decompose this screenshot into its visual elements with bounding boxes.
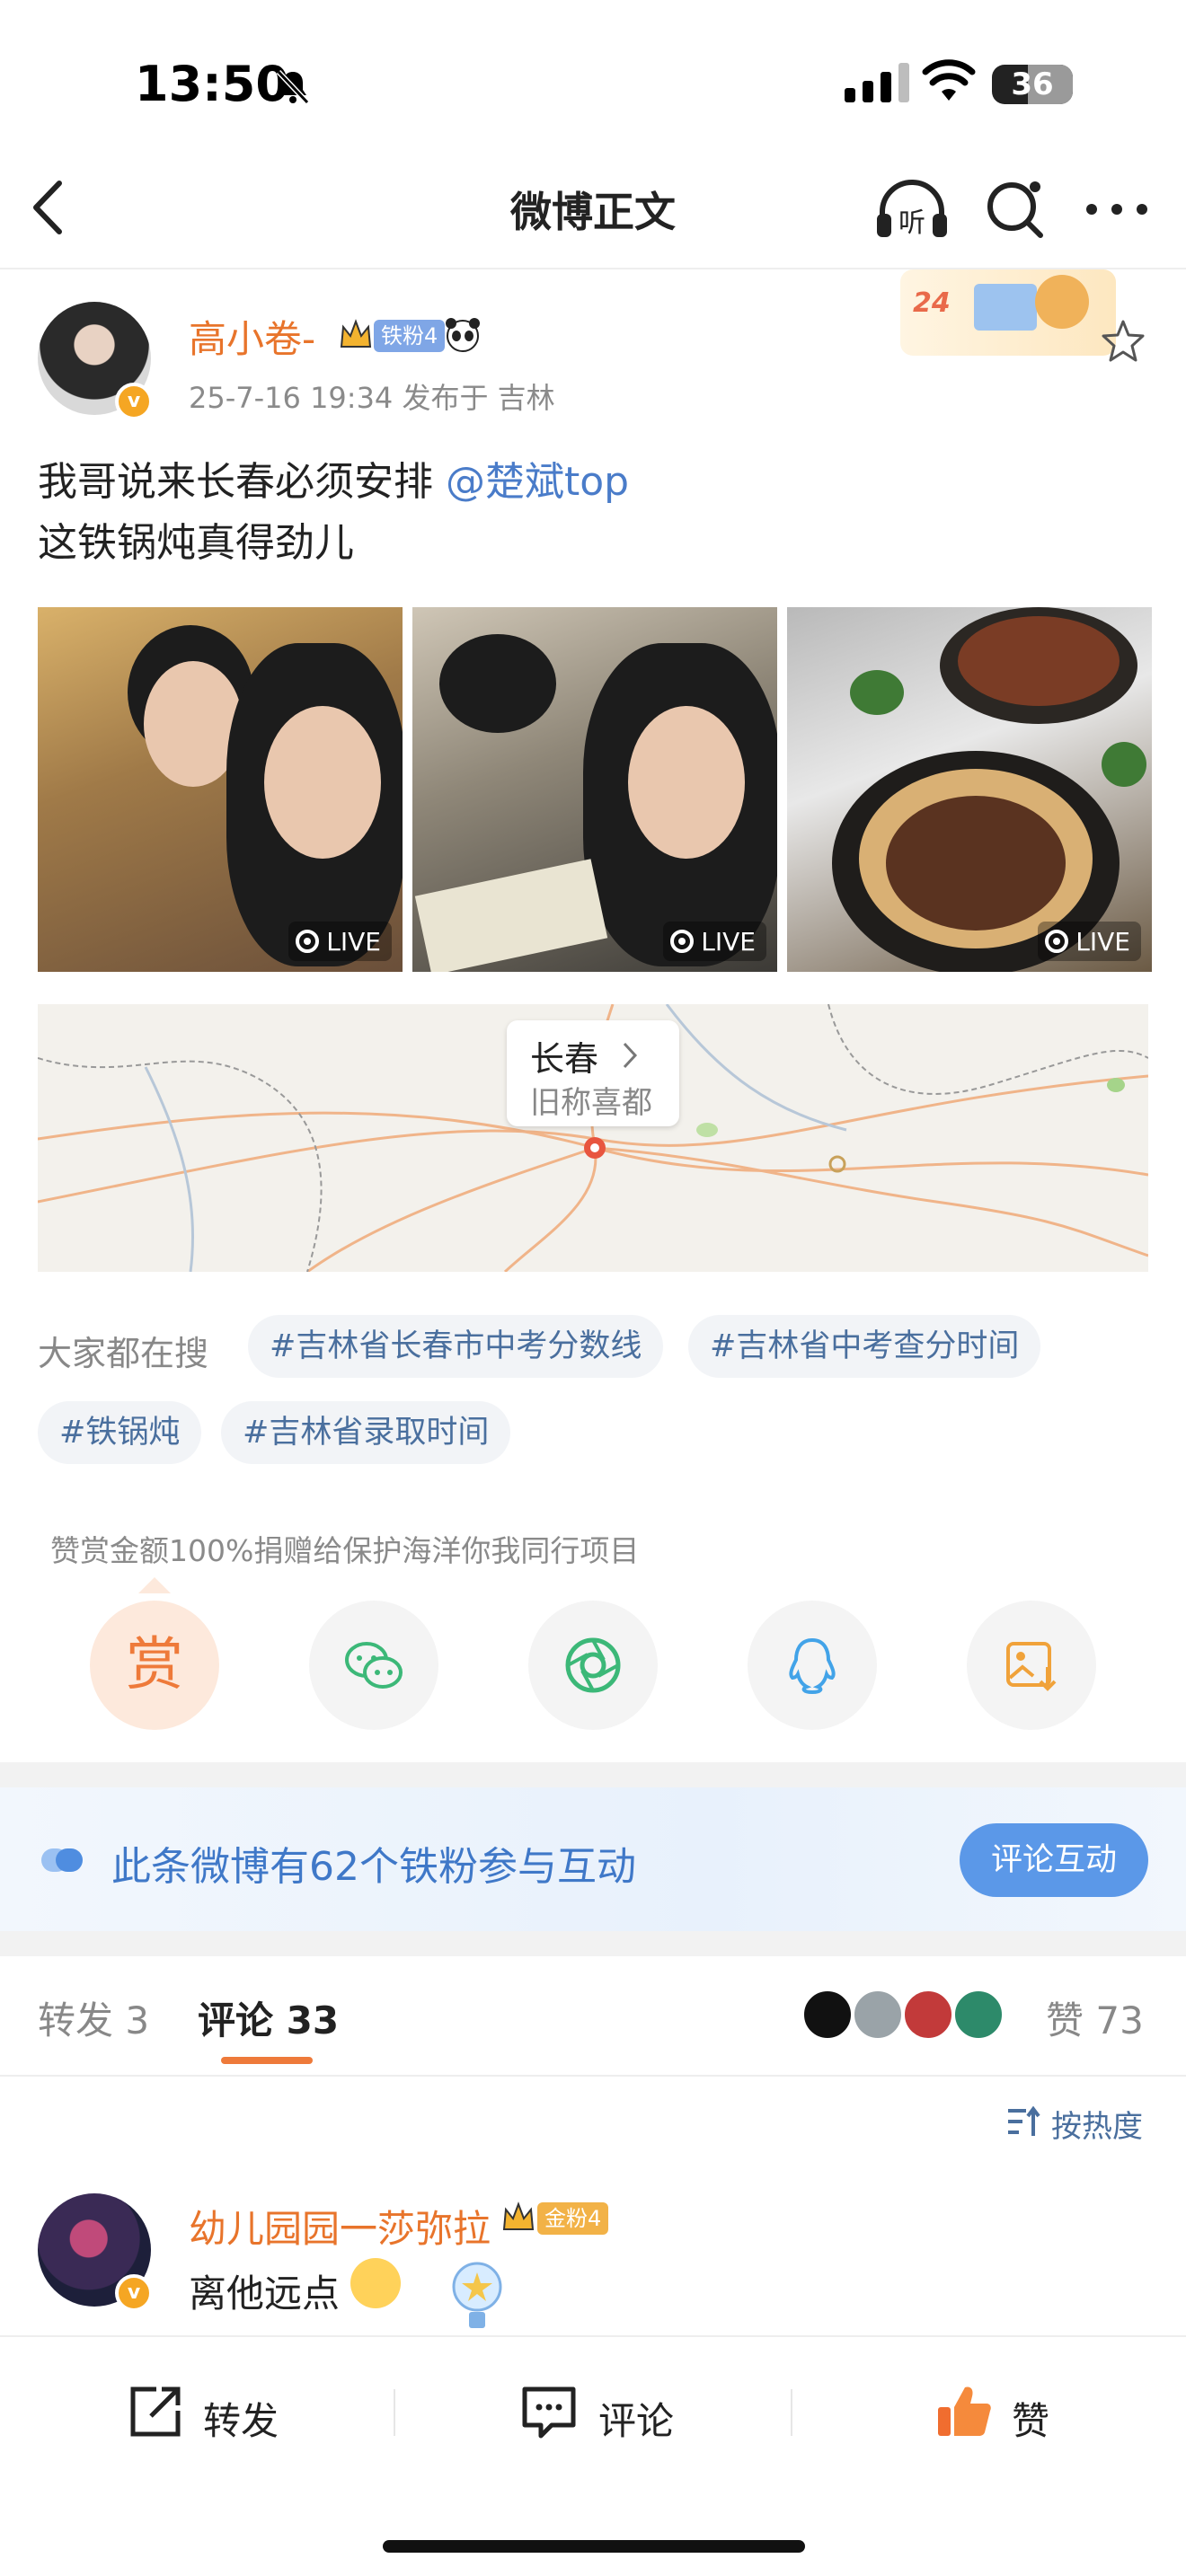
reward-note: 赞赏金额100%捐赠给保护海洋你我同行项目 <box>50 1533 640 1568</box>
trending-search-label: 大家都在搜 <box>38 1334 209 1373</box>
tabs-divider <box>0 2075 1186 2077</box>
battery-icon: 36 <box>992 65 1073 104</box>
search-icon[interactable] <box>983 176 1048 241</box>
listen-icon[interactable]: 听 <box>873 176 951 241</box>
signal-icon <box>845 63 909 102</box>
qq-icon <box>789 1637 836 1695</box>
liker-avatars[interactable] <box>801 1989 1005 2041</box>
wifi-icon <box>922 59 976 101</box>
post-image-1[interactable]: LIVE <box>38 607 403 972</box>
wechat-icon <box>345 1642 403 1689</box>
author-name[interactable]: 高小卷- <box>189 309 315 364</box>
share-wechat-button[interactable] <box>309 1601 438 1730</box>
search-tag[interactable]: #吉林省长春市中考分数线 <box>248 1315 664 1378</box>
liker-avatar <box>852 1989 904 2041</box>
active-tab-indicator <box>221 2057 313 2064</box>
fans-icon <box>41 1848 83 1872</box>
home-indicator <box>383 2540 805 2553</box>
search-tag[interactable]: #铁锅炖 <box>38 1401 202 1464</box>
liker-avatar <box>902 1989 954 2041</box>
status-time: 13:50 <box>135 56 289 112</box>
comment-icon <box>522 2386 576 2439</box>
live-label: LIVE <box>1075 926 1130 957</box>
liker-avatar <box>952 1989 1005 2041</box>
crown-icon <box>502 2201 535 2230</box>
like-button[interactable]: 赞 <box>1012 2391 1049 2446</box>
post-image-3[interactable]: LIVE <box>787 607 1152 972</box>
commenter-name[interactable]: 幼儿园园一莎弥拉 <box>189 2199 491 2254</box>
iron-fans-text: 此条微博有62个铁粉参与互动 <box>111 1844 636 1890</box>
live-badge: LIVE <box>663 922 766 961</box>
action-separator <box>394 2389 395 2436</box>
panda-icon <box>446 318 480 352</box>
live-icon <box>1045 930 1069 953</box>
map-subtitle: 旧称喜都 <box>530 1085 652 1121</box>
tab-likes[interactable]: 赞 73 <box>1046 1990 1144 2045</box>
search-tag[interactable]: #吉林省中考查分时间 <box>688 1315 1041 1378</box>
decoration-card: 24 <box>900 269 1116 356</box>
moments-icon <box>565 1637 621 1693</box>
sort-by-hot[interactable]: 按热度 <box>1051 2102 1143 2146</box>
fan-level-badge: 铁粉4 <box>374 320 446 352</box>
post-image-2[interactable]: LIVE <box>412 607 777 972</box>
search-tag[interactable]: #吉林省录取时间 <box>221 1401 511 1464</box>
chevron-right-icon <box>623 1042 638 1069</box>
tab-repost[interactable]: 转发 3 <box>38 1990 149 2045</box>
save-image-icon <box>1006 1642 1057 1691</box>
share-qq-button[interactable] <box>748 1601 877 1730</box>
reward-label: 赏 <box>126 1632 183 1698</box>
post-text-line1: 我哥说来长春必须安排 @楚斌top <box>38 449 629 507</box>
live-icon <box>296 930 320 953</box>
svg-text:听: 听 <box>898 207 925 239</box>
live-label: LIVE <box>701 926 756 957</box>
battery-level: 36 <box>1011 66 1054 102</box>
section-gap <box>0 1931 1186 1956</box>
post-text-prefix: 我哥说来长春必须安排 <box>38 459 433 505</box>
section-gap <box>0 1762 1186 1787</box>
crown-icon <box>340 319 372 348</box>
gold-fan-badge: 金粉4 <box>537 2202 609 2235</box>
mention-link[interactable]: @楚斌top <box>446 459 629 505</box>
tooltip-pointer <box>138 1577 171 1593</box>
live-badge: LIVE <box>1038 922 1141 961</box>
tab-comments[interactable]: 评论 33 <box>198 1990 339 2045</box>
share-moments-button[interactable] <box>528 1601 658 1730</box>
sort-icon[interactable] <box>1005 2105 1040 2138</box>
post-text-line2: 这铁锅炖真得劲儿 <box>38 520 354 566</box>
live-badge: LIVE <box>288 922 392 961</box>
decoration-label: 24 <box>913 287 951 319</box>
more-icon[interactable] <box>1085 203 1148 216</box>
liker-avatar <box>801 1989 854 2041</box>
comment-button[interactable]: 评论 <box>598 2391 674 2446</box>
verified-badge: v <box>115 2274 153 2312</box>
reward-button[interactable]: 赏 <box>90 1601 219 1730</box>
repost-button[interactable]: 转发 <box>203 2391 279 2446</box>
comment-interact-button[interactable]: 评论互动 <box>960 1823 1148 1897</box>
comment-text: 离他远点 <box>189 2272 341 2316</box>
action-separator <box>791 2389 792 2436</box>
crying-emoji-icon <box>350 2258 401 2308</box>
verified-badge: v <box>115 383 153 420</box>
live-icon <box>670 930 695 953</box>
lightbulb-icon <box>452 2262 502 2328</box>
live-label: LIVE <box>326 926 381 957</box>
bell-muted-icon <box>276 69 310 105</box>
favorite-star-icon[interactable] <box>1100 318 1146 365</box>
post-meta: 25-7-16 19:34 发布于 吉林 <box>189 381 555 415</box>
repost-icon <box>130 2386 181 2437</box>
like-thumb-icon <box>938 2386 991 2436</box>
save-image-button[interactable] <box>967 1601 1096 1730</box>
map-city: 长春 <box>530 1039 599 1079</box>
